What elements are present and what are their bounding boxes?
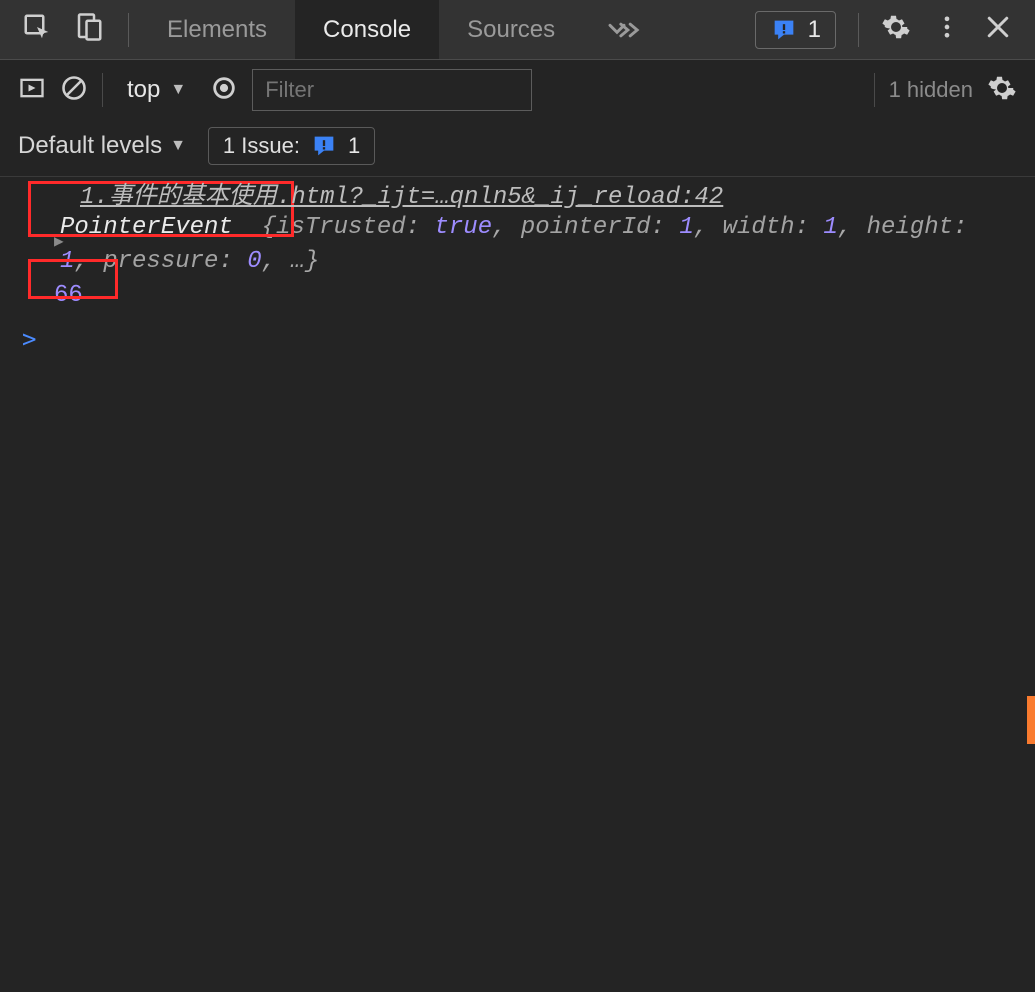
close-icon[interactable] bbox=[983, 12, 1013, 47]
toggle-sidebar-icon[interactable] bbox=[18, 74, 46, 107]
gear-icon[interactable] bbox=[881, 12, 911, 47]
prop-val: true bbox=[434, 214, 492, 241]
prop-val: 1 bbox=[60, 248, 74, 275]
prop-val: 1 bbox=[823, 214, 837, 241]
chevron-down-icon: ▼ bbox=[170, 137, 186, 155]
prop-key: height bbox=[867, 214, 953, 241]
tabbar-right: 1 bbox=[755, 11, 1035, 49]
tabbar-divider bbox=[128, 13, 129, 47]
prop-key: pointerId bbox=[521, 214, 651, 241]
console-prompt[interactable]: > bbox=[0, 315, 1035, 353]
console-output: 1.事件的基本使用.html?_ijt=…qnln5&_ij_reload:42… bbox=[0, 172, 1035, 992]
tab-console[interactable]: Console bbox=[295, 0, 439, 59]
levels-bar: Default levels ▼ 1 Issue: 1 bbox=[0, 120, 1035, 172]
toolbar-divider-right bbox=[874, 73, 875, 107]
logged-object[interactable]: PointerEvent {isTrusted: true, pointerId… bbox=[60, 211, 999, 278]
prop-key: width bbox=[723, 214, 795, 241]
inspect-element-icon[interactable] bbox=[22, 12, 52, 47]
issues-count: 1 bbox=[808, 16, 821, 44]
tab-elements[interactable]: Elements bbox=[139, 0, 295, 59]
tab-list: Elements Console Sources bbox=[139, 0, 583, 59]
execution-context-label: top bbox=[127, 76, 160, 104]
execution-context-dropdown[interactable]: top ▼ bbox=[117, 76, 196, 104]
more-tabs-icon[interactable] bbox=[583, 16, 663, 44]
tab-sources[interactable]: Sources bbox=[439, 0, 583, 59]
prop-key: pressure bbox=[103, 248, 218, 275]
console-toolbar: top ▼ 1 hidden bbox=[0, 60, 1035, 120]
object-class-name: PointerEvent bbox=[60, 214, 233, 241]
prop-key: isTrusted bbox=[276, 214, 406, 241]
prop-val: 1 bbox=[679, 214, 693, 241]
devtools-tabbar: Elements Console Sources 1 bbox=[0, 0, 1035, 60]
issues-pill[interactable]: 1 Issue: 1 bbox=[208, 127, 375, 165]
logged-number[interactable]: 66 bbox=[54, 282, 999, 309]
log-levels-dropdown[interactable]: Default levels ▼ bbox=[18, 132, 186, 160]
issues-pill-count: 1 bbox=[348, 133, 360, 159]
expand-arrow-icon[interactable]: ▶ bbox=[54, 231, 64, 251]
tabbar-left-icons bbox=[0, 12, 128, 47]
kebab-menu-icon[interactable] bbox=[933, 13, 961, 46]
scrollbar-marker bbox=[1027, 696, 1035, 744]
live-expression-icon[interactable] bbox=[210, 74, 238, 107]
clear-console-icon[interactable] bbox=[60, 74, 88, 107]
source-link[interactable]: 1.事件的基本使用.html?_ijt=…qnln5&_ij_reload:42 bbox=[80, 175, 723, 211]
issues-indicator[interactable]: 1 bbox=[755, 11, 836, 49]
issues-icon bbox=[770, 16, 798, 44]
issues-pill-prefix: 1 Issue: bbox=[223, 133, 300, 159]
tabbar-divider-right bbox=[858, 13, 859, 47]
toolbar-divider bbox=[102, 73, 103, 107]
issues-icon bbox=[310, 132, 338, 160]
device-toggle-icon[interactable] bbox=[74, 12, 104, 47]
hidden-messages-label[interactable]: 1 hidden bbox=[889, 77, 973, 103]
log-levels-label: Default levels bbox=[18, 132, 162, 160]
filter-input[interactable] bbox=[252, 69, 532, 111]
console-settings-icon[interactable] bbox=[987, 73, 1017, 108]
chevron-down-icon: ▼ bbox=[170, 81, 186, 99]
console-entry: 1.事件的基本使用.html?_ijt=…qnln5&_ij_reload:42… bbox=[0, 176, 1035, 315]
prop-val: 0 bbox=[247, 248, 261, 275]
